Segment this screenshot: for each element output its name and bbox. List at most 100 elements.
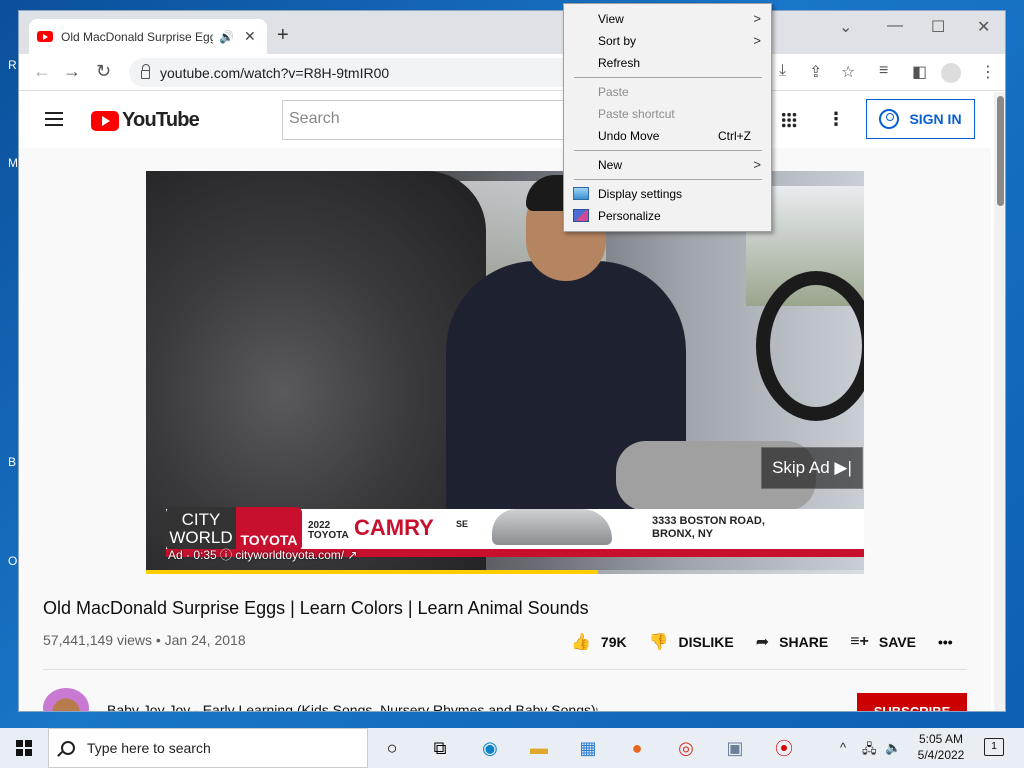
model-trim: SE — [456, 519, 469, 529]
browser-titlebar[interactable]: Old MacDonald Surprise Eggs 🔊 ✕ + ⌄ — ☐ … — [19, 11, 1005, 54]
browser-tab[interactable]: Old MacDonald Surprise Eggs 🔊 ✕ — [29, 19, 267, 54]
minimize-button[interactable]: — — [887, 17, 903, 35]
cortana-icon[interactable]: ○ — [380, 736, 404, 760]
desktop-icon-label[interactable]: O — [8, 554, 17, 568]
video-progress-bar[interactable] — [146, 570, 864, 574]
desktop-icon-label[interactable]: R — [8, 58, 17, 72]
install-icon[interactable]: ⤓ — [779, 62, 786, 80]
share-button[interactable]: ➦ SHARE — [756, 632, 828, 652]
like-button[interactable]: 👍 79K — [571, 632, 627, 652]
new-tab-button[interactable]: + — [277, 25, 289, 45]
share-icon[interactable]: ⇪ — [809, 62, 822, 82]
video-progress-fill — [146, 570, 599, 574]
desktop-icons-edge: R M B O — [0, 0, 20, 728]
menu-item-personalize[interactable]: Personalize — [564, 205, 771, 227]
menu-item-paste: Paste — [564, 81, 771, 103]
menu-item-label: New — [598, 158, 623, 172]
address-line-2: BRONX, NY — [652, 528, 714, 540]
menu-item-undo-move[interactable]: Undo Move Ctrl+Z — [564, 125, 771, 147]
side-panel-icon[interactable]: ◧ — [912, 62, 927, 82]
steering-wheel-scene — [756, 271, 864, 421]
save-button[interactable]: ≡+ SAVE — [850, 633, 916, 651]
submenu-arrow-icon: > — [753, 11, 761, 26]
menu-item-label: Display settings — [598, 187, 683, 201]
menu-item-label: Sort by — [598, 34, 637, 48]
close-window-button[interactable]: ✕ — [977, 17, 990, 37]
video-title: Old MacDonald Surprise Eggs | Learn Colo… — [43, 598, 589, 618]
toyota-logo-text: TOYOTA — [236, 507, 302, 551]
menu-item-display-settings[interactable]: Display settings — [564, 183, 771, 205]
lock-icon[interactable] — [141, 64, 150, 79]
desktop-icon-label[interactable]: B — [8, 455, 16, 469]
dislike-button[interactable]: 👎 DISLIKE — [649, 632, 734, 652]
music-note-icon: ♪ — [593, 703, 599, 712]
url-text: youtube.com/watch?v=R8H-9tmIR00 — [160, 64, 390, 81]
maximize-button[interactable]: ☐ — [931, 17, 945, 37]
task-view-icon[interactable]: ⧉ — [428, 736, 452, 760]
volume-icon[interactable]: 🔈 — [885, 740, 901, 756]
youtube-favicon-icon — [37, 31, 53, 42]
back-button[interactable]: ← — [33, 61, 51, 82]
search-input[interactable]: Search — [282, 100, 572, 140]
bookmark-star-icon[interactable]: ☆ — [841, 62, 855, 82]
chevron-up-icon[interactable]: ^ — [840, 740, 846, 755]
firefox-icon[interactable]: ● — [625, 736, 649, 760]
channel-name[interactable]: Baby Joy Joy - Early Learning (Kids Song… — [107, 702, 596, 711]
ad-info-link[interactable]: Ad · 0:35 ⓘ cityworldtoyota.com/ ↗ — [168, 546, 357, 563]
page-scrollbar[interactable] — [994, 92, 1005, 711]
scrollbar-thumb[interactable] — [997, 96, 1004, 206]
share-arrow-icon: ➦ — [755, 634, 770, 651]
file-explorer-icon[interactable]: ▬ — [527, 736, 551, 760]
browser-toolbar: ← → ↻ youtube.com/watch?v=R8H-9tmIR00 ⤓ … — [19, 54, 1005, 91]
city-world-text: CITY WORLD — [169, 510, 233, 547]
model-make: TOYOTA — [308, 530, 349, 541]
forward-button[interactable]: → — [63, 61, 81, 82]
browser-window: Old MacDonald Surprise Eggs 🔊 ✕ + ⌄ — ☐ … — [18, 10, 1006, 712]
notification-icon[interactable]: 1 — [984, 738, 1004, 756]
channel-avatar[interactable] — [43, 688, 89, 711]
youtube-logo[interactable]: YouTube — [91, 109, 200, 132]
app-icon[interactable]: ▣ — [723, 736, 747, 760]
desktop-context-menu: View > Sort by > Refresh Paste Paste sho… — [563, 3, 772, 232]
menu-item-label: Refresh — [598, 56, 641, 70]
more-actions-button[interactable]: ••• — [938, 634, 953, 650]
sign-in-label: SIGN IN — [909, 111, 962, 127]
tab-search-icon[interactable]: ⌄ — [839, 17, 852, 37]
menu-separator — [574, 150, 762, 151]
tab-close-icon[interactable]: ✕ — [244, 28, 256, 45]
start-button[interactable] — [0, 728, 48, 768]
taskbar-search-input[interactable]: Type here to search — [48, 728, 368, 768]
settings-more-icon[interactable]: ⋮ — [827, 109, 845, 130]
store-icon[interactable]: ▦ — [576, 736, 600, 760]
speaker-icon[interactable]: 🔊 — [219, 30, 234, 44]
reload-button[interactable]: ↻ — [96, 61, 111, 82]
network-icon[interactable]: 🖧 — [862, 740, 877, 762]
subscribe-button[interactable]: SUBSCRIBE — [857, 693, 967, 711]
apps-grid-icon[interactable] — [781, 112, 797, 128]
person-icon — [879, 109, 900, 129]
menu-item-shortcut: Ctrl+Z — [718, 129, 751, 143]
menu-item-new[interactable]: New > — [564, 154, 771, 176]
sign-in-button[interactable]: SIGN IN — [866, 99, 975, 139]
media-control-icon[interactable]: ≡ — [879, 62, 888, 80]
menu-item-sort-by[interactable]: Sort by > — [564, 30, 771, 52]
like-count: 79K — [600, 634, 627, 650]
profile-avatar-icon[interactable] — [941, 63, 961, 83]
personalize-icon — [573, 209, 589, 222]
menu-item-label: Undo Move — [598, 129, 660, 143]
hamburger-menu-icon[interactable] — [45, 112, 63, 126]
dealer-address: 3333 BOSTON ROAD, BRONX, NY — [652, 515, 765, 541]
desktop-icon-label[interactable]: M — [8, 156, 18, 170]
menu-item-view[interactable]: View > — [564, 8, 771, 30]
chrome-icon[interactable]: ◎ — [674, 736, 698, 760]
clock-date: 5/4/2022 — [917, 748, 965, 762]
edge-icon[interactable]: ◉ — [478, 736, 502, 760]
browser-menu-icon[interactable]: ⋮ — [980, 62, 996, 82]
menu-item-label: Paste — [598, 85, 629, 99]
model-year-make: 2022 TOYOTA — [308, 521, 349, 541]
clock[interactable]: 5:05 AM 5/4/2022 — [906, 731, 976, 763]
menu-item-label: Paste shortcut — [598, 107, 675, 121]
menu-item-refresh[interactable]: Refresh — [564, 52, 771, 74]
record-icon[interactable]: ⦿ — [772, 736, 796, 760]
skip-ad-button[interactable]: Skip Ad ▶| — [761, 447, 863, 489]
